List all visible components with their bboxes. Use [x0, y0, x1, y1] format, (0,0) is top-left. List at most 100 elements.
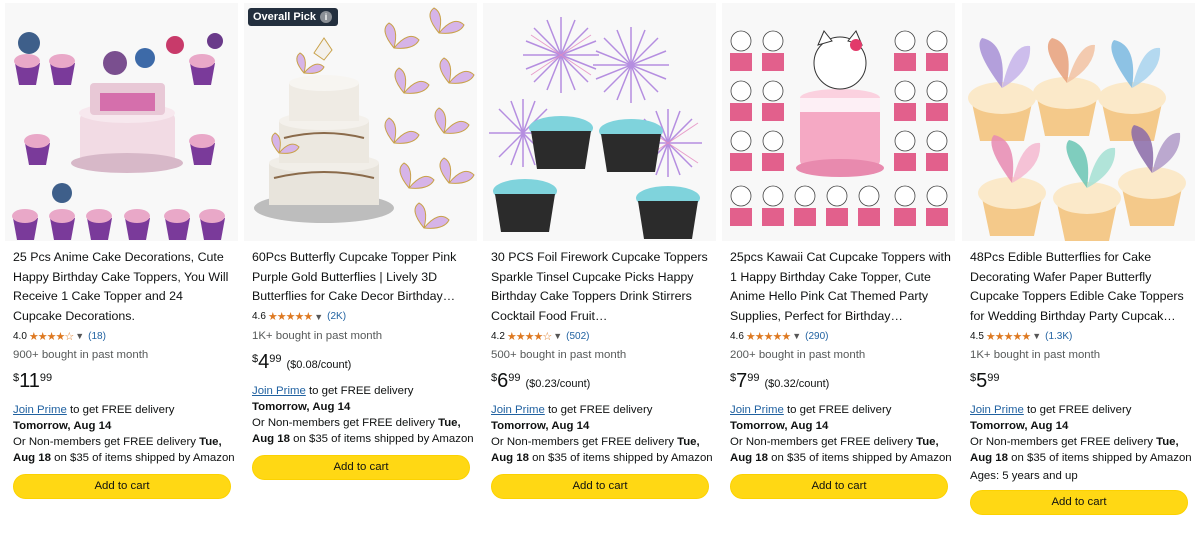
bought-past-month: 1K+ bought in past month	[252, 329, 383, 342]
join-prime-link[interactable]: Join Prime	[491, 404, 545, 416]
product-card: 30 PCS Foil Firework Cupcake Toppers Spa…	[483, 3, 716, 544]
price-whole: 7	[736, 370, 748, 392]
chevron-down-icon[interactable]: ▼	[1032, 331, 1041, 341]
price[interactable]: $ 7 99 ($0.32/count)	[730, 370, 952, 394]
bought-past-month: 500+ bought in past month	[491, 349, 627, 361]
join-prime-link[interactable]: Join Prime	[730, 404, 784, 416]
chevron-down-icon[interactable]: ▼	[75, 331, 84, 341]
product-card: 48Pcs Edible Butterflies for Cake Decora…	[962, 3, 1195, 544]
product-details: 48Pcs Edible Butterflies for Cake Decora…	[970, 248, 1192, 515]
add-to-cart-button[interactable]: Add to cart	[252, 454, 470, 480]
prime-delivery-date: Tomorrow, Aug 14	[730, 420, 829, 432]
rating-value: 4.6	[730, 330, 744, 342]
price-fraction: 99	[269, 352, 282, 365]
product-title[interactable]: 30 PCS Foil Firework Cupcake Toppers Spa…	[491, 248, 713, 326]
delivery-info: Join Prime to get FREE delivery Tomorrow…	[252, 383, 474, 447]
info-icon[interactable]: i	[320, 11, 332, 23]
prime-delivery-text: to get FREE delivery	[66, 404, 175, 416]
product-image[interactable]	[722, 3, 955, 241]
product-details: 30 PCS Foil Firework Cupcake Toppers Spa…	[491, 248, 713, 499]
nonmember-text: Or Non-members get FREE delivery	[491, 436, 678, 448]
add-to-cart-button[interactable]: Add to cart	[730, 474, 948, 499]
star-rating-icon: ★★★★☆	[28, 330, 74, 343]
product-image[interactable]	[483, 3, 716, 241]
star-rating-icon: ★★★★★	[267, 311, 313, 323]
overall-pick-badge[interactable]: Overall Pick i	[248, 8, 338, 26]
join-prime-link[interactable]: Join Prime	[13, 404, 67, 416]
review-count-link[interactable]: (18)	[88, 331, 106, 342]
product-title[interactable]: 48Pcs Edible Butterflies for Cake Decora…	[970, 248, 1192, 326]
product-grid: 25 Pcs Anime Cake Decorations, Cute Happ…	[0, 0, 1200, 548]
join-prime-link[interactable]: Join Prime	[970, 404, 1024, 416]
bought-past-month: 900+ bought in past month	[13, 349, 149, 361]
star-rating-icon: ★★★★☆	[506, 330, 552, 343]
price-whole: 4	[258, 350, 270, 373]
bought-past-month: 200+ bought in past month	[730, 349, 866, 361]
nonmember-tail: on $35 of items shipped by Amazon	[767, 452, 952, 464]
product-title[interactable]: 25pcs Kawaii Cat Cupcake Toppers with 1 …	[730, 248, 952, 326]
nonmember-tail: on $35 of items shipped by Amazon	[528, 452, 713, 464]
product-card: Overall Pick i 60Pcs Butterfly Cupcake T…	[244, 3, 477, 544]
chevron-down-icon[interactable]: ▼	[792, 331, 801, 341]
price[interactable]: $ 11 99	[13, 370, 235, 394]
prime-delivery-date: Tomorrow, Aug 14	[13, 420, 112, 432]
rating-value: 4.2	[491, 330, 505, 342]
review-count-link[interactable]: (290)	[805, 331, 828, 342]
add-to-cart-button[interactable]: Add to cart	[13, 474, 231, 499]
delivery-info: Join Prime to get FREE delivery Tomorrow…	[970, 402, 1192, 466]
product-details: 60Pcs Butterfly Cupcake Topper Pink Purp…	[252, 248, 474, 480]
rating-row[interactable]: 4.6 ★★★★★ ▼ (290)	[730, 329, 952, 343]
price[interactable]: $ 5 99	[970, 370, 1192, 394]
product-image[interactable]	[962, 3, 1195, 241]
prime-delivery-date: Tomorrow, Aug 14	[491, 420, 590, 432]
product-image[interactable]	[5, 3, 238, 241]
price-whole: 11	[19, 370, 40, 392]
chevron-down-icon[interactable]: ▼	[553, 331, 562, 341]
review-count-link[interactable]: (1.3K)	[1045, 331, 1072, 342]
add-to-cart-button[interactable]: Add to cart	[491, 474, 709, 499]
review-count-link[interactable]: (502)	[566, 331, 589, 342]
prime-delivery-text: to get FREE delivery	[544, 404, 653, 416]
nonmember-text: Or Non-members get FREE delivery	[252, 416, 439, 429]
nonmember-tail: on $35 of items shipped by Amazon	[1007, 452, 1192, 464]
rating-value: 4.6	[252, 311, 266, 322]
delivery-info: Join Prime to get FREE delivery Tomorrow…	[491, 402, 713, 466]
rating-row[interactable]: 4.5 ★★★★★ ▼ (1.3K)	[970, 329, 1192, 343]
nonmember-text: Or Non-members get FREE delivery	[730, 436, 917, 448]
prime-delivery-text: to get FREE delivery	[305, 384, 414, 397]
prime-delivery-date: Tomorrow, Aug 14	[970, 420, 1069, 432]
price[interactable]: $ 4 99 ($0.08/count)	[252, 351, 474, 375]
nonmember-tail: on $35 of items shipped by Amazon	[50, 452, 235, 464]
price[interactable]: $ 6 99 ($0.23/count)	[491, 370, 713, 394]
nonmember-text: Or Non-members get FREE delivery	[970, 436, 1157, 448]
product-title[interactable]: 25 Pcs Anime Cake Decorations, Cute Happ…	[13, 248, 235, 326]
price-fraction: 99	[508, 372, 521, 384]
unit-price: ($0.08/count)	[286, 358, 352, 371]
product-image[interactable]: Overall Pick i	[244, 3, 477, 241]
product-details: 25pcs Kawaii Cat Cupcake Toppers with 1 …	[730, 248, 952, 499]
rating-row[interactable]: 4.2 ★★★★☆ ▼ (502)	[491, 329, 713, 343]
badge-label: Overall Pick	[253, 11, 316, 23]
product-card: 25pcs Kawaii Cat Cupcake Toppers with 1 …	[722, 3, 955, 544]
add-to-cart-button[interactable]: Add to cart	[970, 490, 1188, 515]
delivery-info: Join Prime to get FREE delivery Tomorrow…	[13, 402, 235, 466]
nonmember-tail: on $35 of items shipped by Amazon	[289, 432, 474, 445]
rating-row[interactable]: 4.6 ★★★★★ ▼ (2K)	[252, 310, 474, 324]
product-title[interactable]: 60Pcs Butterfly Cupcake Topper Pink Purp…	[252, 248, 474, 307]
price-fraction: 99	[987, 372, 1000, 384]
unit-price: ($0.23/count)	[525, 378, 591, 390]
review-count-link[interactable]: (2K)	[327, 311, 346, 322]
prime-delivery-text: to get FREE delivery	[1023, 404, 1132, 416]
rating-row[interactable]: 4.0 ★★★★☆ ▼ (18)	[13, 329, 235, 343]
delivery-info: Join Prime to get FREE delivery Tomorrow…	[730, 402, 952, 466]
product-details: 25 Pcs Anime Cake Decorations, Cute Happ…	[13, 248, 235, 499]
join-prime-link[interactable]: Join Prime	[252, 385, 306, 397]
nonmember-text: Or Non-members get FREE delivery	[13, 436, 200, 448]
product-card: 25 Pcs Anime Cake Decorations, Cute Happ…	[5, 3, 238, 544]
star-rating-icon: ★★★★★	[985, 330, 1031, 343]
price-whole: 5	[976, 370, 988, 392]
price-fraction: 99	[39, 372, 53, 384]
star-rating-icon: ★★★★★	[745, 330, 791, 343]
chevron-down-icon[interactable]: ▼	[314, 312, 323, 322]
unit-price: ($0.32/count)	[764, 378, 830, 390]
